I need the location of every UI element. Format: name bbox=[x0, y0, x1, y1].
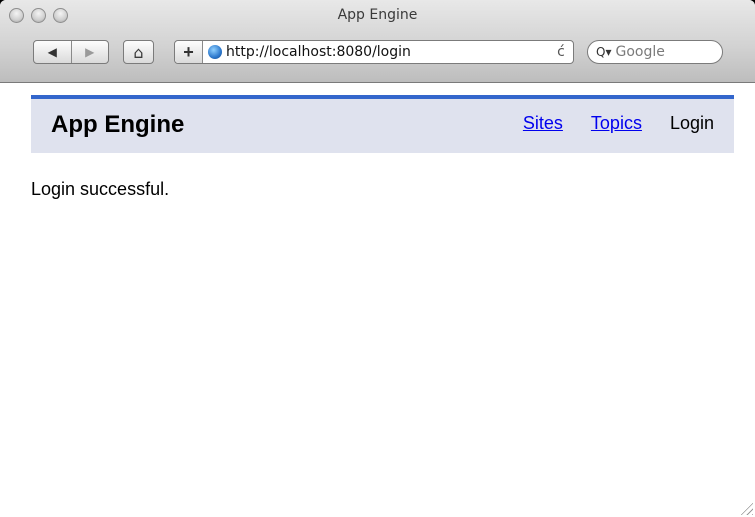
browser-toolbar: App Engine ◀ ▶ ⌂ + http://localhost:8080… bbox=[0, 0, 755, 83]
site-title: App Engine bbox=[51, 111, 185, 138]
page-content: App Engine Sites Topics Login Login succ… bbox=[0, 83, 755, 517]
search-placeholder: Google bbox=[615, 44, 665, 60]
home-button[interactable]: ⌂ bbox=[123, 40, 154, 64]
back-button[interactable]: ◀ bbox=[34, 41, 71, 63]
search-field[interactable]: Q▾ Google bbox=[587, 40, 723, 64]
url-field[interactable]: http://localhost:8080/login bbox=[226, 44, 549, 60]
home-icon: ⌂ bbox=[133, 42, 144, 62]
nav-link-sites[interactable]: Sites bbox=[523, 113, 563, 134]
plus-icon: + bbox=[183, 41, 194, 62]
forward-button[interactable]: ▶ bbox=[70, 41, 109, 63]
search-icon[interactable]: Q▾ bbox=[596, 45, 611, 59]
site-header: App Engine Sites Topics Login bbox=[31, 95, 734, 153]
resize-grip-icon[interactable] bbox=[739, 501, 753, 515]
window-title: App Engine bbox=[337, 7, 418, 23]
back-arrow-icon: ◀ bbox=[47, 45, 57, 59]
back-forward-group: ◀ ▶ bbox=[33, 40, 109, 64]
status-message: Login successful. bbox=[31, 179, 170, 199]
forward-arrow-icon: ▶ bbox=[85, 45, 95, 59]
nav-link-topics[interactable]: Topics bbox=[591, 113, 642, 134]
globe-icon bbox=[208, 45, 222, 59]
nav-item-login: Login bbox=[669, 113, 714, 133]
site-nav: Sites Topics Login bbox=[523, 113, 714, 134]
add-bookmark-button[interactable]: + bbox=[175, 41, 203, 63]
reload-icon[interactable]: ć bbox=[549, 44, 573, 60]
browser-window: App Engine ◀ ▶ ⌂ + http://localhost:8080… bbox=[0, 0, 755, 517]
address-bar[interactable]: + http://localhost:8080/login ć bbox=[174, 40, 574, 64]
